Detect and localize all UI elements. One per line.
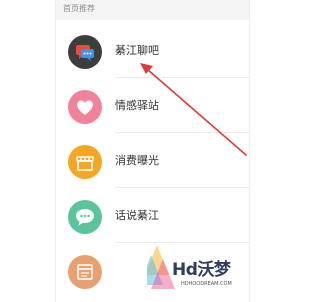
store-icon [68,145,102,179]
list-item-label: 消费曝光 [115,154,159,167]
section-title: 首页推荐 [63,4,95,13]
chat-bubbles-icon [68,35,102,69]
list-item-emotion-station[interactable]: 情感驿站 [56,78,249,132]
list-item-consumer-exposure[interactable]: 消费曝光 [56,133,249,187]
heart-icon [68,90,102,124]
section-header: 首页推荐 [56,0,249,20]
list-item-label: 情感驿站 [115,99,159,112]
watermark-logo: Hd沃梦 HDHOODREAM.COM [147,245,263,297]
watermark-subtext: HDHOODREAM.COM [181,281,232,287]
browser-window-icon [68,255,102,289]
list-item-talk-qijiang[interactable]: 话说綦江 [56,188,249,242]
list-item-label: 綦江聊吧 [115,44,159,57]
speech-bubble-icon [68,200,102,234]
list-item-qijiang-chat[interactable]: 綦江聊吧 [56,23,249,77]
watermark-text: Hd沃梦 [172,260,231,280]
list-item-label: 话说綦江 [115,209,159,222]
